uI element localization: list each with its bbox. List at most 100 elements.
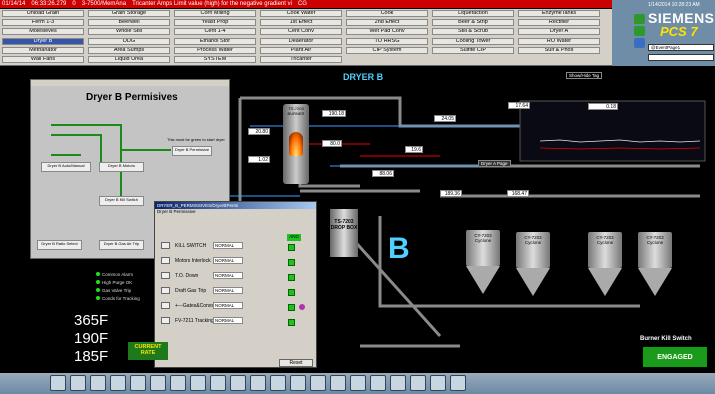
nav-button[interactable]: Dryer B [2,37,84,45]
nav-button[interactable]: Beer & Strip [432,19,514,27]
permissive-row[interactable]: KILL SWITCH NORMAL [161,242,281,252]
faceplate-titlebar[interactable]: DRYER_B_PERMISSIVES/DryerBPermi [155,202,316,209]
value-readout[interactable]: 168.47 [507,190,529,197]
nav-button[interactable]: Corn Milling [174,10,256,17]
arrow-up-icon[interactable] [210,375,226,391]
nav-button[interactable]: Wet Pad Conv [346,28,428,36]
nav-button[interactable]: Grain Storage [88,10,170,17]
permissive-block[interactable]: Dryer B Gas Air Trip [99,240,144,250]
row-state[interactable]: NORMAL [213,242,243,249]
value-readout[interactable]: 190.18 [322,110,346,117]
value-readout[interactable]: 189.36 [440,190,462,197]
nav-button[interactable]: Cent 1-4 [174,28,256,36]
cyclone-3[interactable]: CY-7203 Cyclone [588,232,622,268]
permissive-block[interactable]: Dryer B Motors [99,162,144,172]
value-readout[interactable]: 17.64 [508,102,530,109]
permissive-row[interactable]: Draft Gas Trip NORMAL [161,287,281,297]
nav-button[interactable]: Process Water [174,46,256,54]
refresh-icon[interactable] [270,375,286,391]
settings-icon[interactable] [634,38,645,48]
nav-button[interactable]: Plant Air [260,46,342,54]
nav-button[interactable]: EnzymeTanks [518,10,600,17]
nav-button[interactable]: 1st Effect [260,19,342,27]
arrow-icon[interactable] [161,317,170,324]
nav-button[interactable]: Wall Fans [2,56,84,63]
value-readout[interactable]: 0.18 [588,103,618,110]
arrow-left-icon[interactable] [190,375,206,391]
nav-button[interactable]: Unload Grain [2,10,84,17]
row-state[interactable]: NORMAL [213,257,243,264]
screen-icon[interactable] [70,375,86,391]
arrow-icon[interactable] [161,257,170,264]
value-readout[interactable]: 1.02 [248,156,270,163]
save-icon[interactable] [350,375,366,391]
row-state[interactable]: NORMAL [213,272,243,279]
nav-button[interactable]: Still & Scrub [432,28,514,36]
login-field[interactable]: @EventPage1 [648,44,714,51]
alarm-bar[interactable]: 01/14/14 06:33:26.279 0 3-7500/MemAna Tr… [0,0,612,8]
nav-button[interactable]: Ethanol Stor [174,37,256,45]
acknowledge-icon[interactable] [634,26,645,36]
arrow-down-icon[interactable] [230,375,246,391]
speaker-icon[interactable] [430,375,446,391]
row-state[interactable]: NORMAL [213,317,243,324]
picture-icon[interactable] [150,375,166,391]
nav-button[interactable]: Cooling Tower [432,37,514,45]
lock-icon[interactable] [390,375,406,391]
dryer-a-page-button[interactable]: Dryer A Page [478,160,511,167]
permissive-block[interactable]: Dryer B Permissive [172,146,212,156]
value-readout[interactable]: 24.05 [434,115,456,122]
nav-button[interactable]: Deaerator [260,37,342,45]
permissive-block[interactable]: Dryer B Ratio Select [37,240,82,250]
forward-icon[interactable] [310,375,326,391]
arrow-icon[interactable] [161,302,170,309]
drop-box[interactable]: TS-7203 DROP BOX [330,209,358,257]
history-icon[interactable] [290,375,306,391]
permissive-block[interactable]: Dryer B Auto/Manual [41,162,91,172]
nav-button[interactable]: Beerwell [88,19,170,27]
permissive-faceplate[interactable]: DRYER_B_PERMISSIVES/DryerBPermi Dryer B … [154,201,317,368]
nav-button[interactable]: Cent Conv [260,28,342,36]
cyclone-4[interactable]: CY-7203 Cyclone [638,232,672,268]
nav-button[interactable]: CIP System [346,46,428,54]
nav-button[interactable]: Tricanter [260,56,342,63]
arrow-right-icon[interactable] [250,375,266,391]
nav-button[interactable]: Methanator [2,46,84,54]
permissive-row[interactable]: FV-7211 Tracking NORMAL [161,317,281,327]
back-icon[interactable] [330,375,346,391]
row-state[interactable]: NORMAL [213,287,243,294]
nav-button[interactable]: Liquefaction [432,10,514,17]
nav-button[interactable]: Rectifier [518,19,600,27]
play-icon[interactable] [50,375,66,391]
print-icon[interactable] [370,375,386,391]
permissive-row[interactable]: Motors Interlock NORMAL [161,257,281,267]
value-readout[interactable]: 88.06 [372,170,394,177]
cyclone-1[interactable]: CY-7203 Cyclone [466,230,500,266]
location-select[interactable] [648,54,714,61]
arrow-icon[interactable] [161,242,170,249]
nav-button[interactable]: Area Sumps [88,46,170,54]
acknowledge-icon[interactable] [450,375,466,391]
burner-vessel[interactable]: TS-7203 BURNER [283,104,309,184]
permissive-row[interactable]: +---Gates&Convs NORMAL [161,302,281,312]
arrow-icon[interactable] [161,272,170,279]
nav-button[interactable]: Sulf & Phos [518,46,600,54]
permissive-block[interactable]: Dryer B Kill Switch [99,196,144,206]
show-hide-tag-button[interactable]: Show/Hide Tag [566,72,603,79]
nav-button[interactable]: Cook Water [260,10,342,17]
cyclone-2[interactable]: CY-7203 Cyclone [516,232,550,268]
nav-button[interactable]: Dryer A [518,28,600,36]
window-icon[interactable] [90,375,106,391]
nav-button[interactable]: RO Water [518,37,600,45]
nav-button[interactable]: Liquid Urea [88,56,170,63]
nav-button[interactable]: TO HRSG [346,37,428,45]
nav-button[interactable]: SYSTEM [174,56,256,63]
value-readout[interactable]: 20.80 [248,128,270,135]
burner-kill-switch[interactable]: ENGAGED [643,347,707,367]
permissive-row[interactable]: T.O. Down NORMAL [161,272,281,282]
value-readout[interactable]: 80.0 [322,140,342,147]
value-readout[interactable]: 19.6 [405,146,423,153]
tree-icon[interactable] [170,375,186,391]
nav-button[interactable]: Ferm 1-3 [2,19,84,27]
faceplate-icon[interactable] [110,375,126,391]
